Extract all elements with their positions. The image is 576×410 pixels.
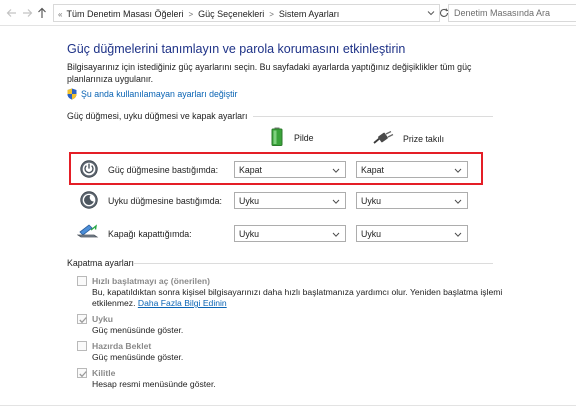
selected-value: Uyku <box>361 229 382 239</box>
selected-value: Uyku <box>239 196 260 206</box>
shield-icon <box>67 88 77 100</box>
learn-more-link[interactable]: Daha Fazla Bilgi Edinin <box>138 298 227 308</box>
hibernate-option-description: Güç menüsünde göster. <box>92 352 184 362</box>
laptop-lid-icon <box>76 222 99 240</box>
sleep-button-icon <box>80 191 98 209</box>
buttons-section-heading: Güç düğmesi, uyku düğmesi ve kapak ayarl… <box>67 111 248 121</box>
sleep-option-label: Uyku <box>92 314 114 324</box>
fast-startup-checkbox[interactable] <box>77 276 87 286</box>
lock-option-description: Hesap resmi menüsünde göster. <box>92 379 216 389</box>
highlight-box <box>69 152 483 185</box>
sleep-option-description: Güç menüsünde göster. <box>92 325 184 335</box>
column-plugged-label: Prize takılı <box>403 134 445 144</box>
column-battery-label: Pilde <box>294 133 314 143</box>
section-divider <box>253 116 493 117</box>
search-input[interactable] <box>449 5 573 21</box>
chevron-down-icon <box>332 199 340 204</box>
chevron-down-icon <box>454 199 462 204</box>
plug-icon <box>372 130 394 147</box>
chevron-down-icon <box>454 232 462 237</box>
crumb-root[interactable]: « <box>58 10 62 19</box>
lid-close-label: Kapağı kapattığımda: <box>108 229 192 239</box>
sleep-button-label: Uyku düğmesine bastığımda: <box>108 196 222 206</box>
lid-close-plugged-select[interactable]: Uyku <box>356 225 468 242</box>
crumb-all-items[interactable]: Tüm Denetim Masası Öğeleri <box>66 9 183 19</box>
fast-startup-label: Hızlı başlatmayı aç (önerilen) <box>92 276 210 286</box>
battery-icon <box>271 127 283 148</box>
chevron-down-icon[interactable] <box>427 9 435 17</box>
hibernate-option-label: Hazırda Beklet <box>92 341 152 351</box>
checkmark-icon <box>79 317 87 324</box>
bottom-divider <box>0 405 576 406</box>
address-bar: « Tüm Denetim Masası Öğeleri > Güç Seçen… <box>0 0 576 26</box>
lock-option-label: Kilitle <box>92 368 116 378</box>
chevron-right-icon[interactable]: > <box>269 10 274 19</box>
sleep-checkbox[interactable] <box>77 314 87 324</box>
page-description: Bilgisayarınız için istediğiniz güç ayar… <box>67 62 472 84</box>
hibernate-checkbox[interactable] <box>77 341 87 351</box>
sleep-button-plugged-select[interactable]: Uyku <box>356 192 468 209</box>
sleep-button-battery-select[interactable]: Uyku <box>234 192 346 209</box>
change-unavailable-settings-link[interactable]: Şu anda kullanılamayan ayarları değiştir <box>81 89 237 99</box>
arrow-up-icon[interactable] <box>36 6 48 20</box>
breadcrumb[interactable]: « Tüm Denetim Masası Öğeleri > Güç Seçen… <box>53 4 440 22</box>
checkmark-icon <box>79 371 87 378</box>
arrow-right-icon[interactable] <box>21 6 33 20</box>
chevron-down-icon <box>332 232 340 237</box>
page-title: Güç düğmelerini tanımlayın ve parola kor… <box>67 42 406 56</box>
lid-close-battery-select[interactable]: Uyku <box>234 225 346 242</box>
lock-checkbox[interactable] <box>77 368 87 378</box>
shutdown-section-heading: Kapatma ayarları <box>67 258 134 268</box>
selected-value: Uyku <box>361 196 382 206</box>
chevron-right-icon[interactable]: > <box>189 10 194 19</box>
section-divider <box>134 263 493 264</box>
selected-value: Uyku <box>239 229 260 239</box>
search-field[interactable] <box>448 4 576 22</box>
crumb-system-settings[interactable]: Sistem Ayarları <box>279 9 339 19</box>
fast-startup-description: Bu, kapatıldıktan sonra kişisel bilgisay… <box>92 287 522 309</box>
crumb-power-options[interactable]: Güç Seçenekleri <box>198 9 264 19</box>
arrow-left-icon[interactable] <box>6 6 18 20</box>
